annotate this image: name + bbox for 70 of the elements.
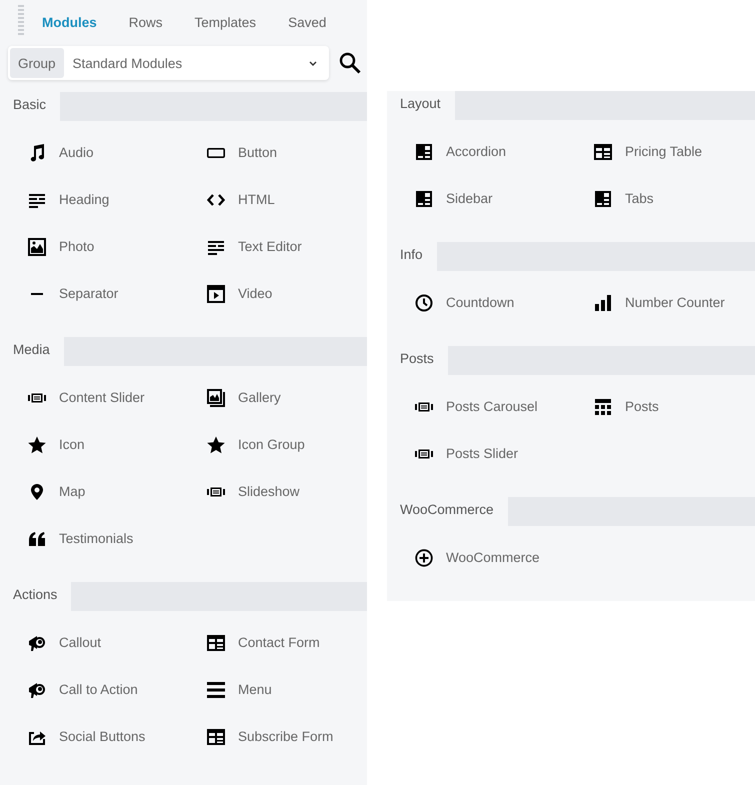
module-item[interactable]: Separator	[28, 270, 207, 317]
star-icon	[207, 436, 225, 454]
group-select[interactable]: Group Standard Modules	[8, 46, 329, 80]
module-item[interactable]: Pricing Table	[594, 128, 755, 175]
module-item[interactable]: Number Counter	[594, 279, 755, 326]
module-item[interactable]: Video	[207, 270, 386, 317]
section-title: Posts	[387, 346, 448, 375]
table-icon	[207, 728, 225, 746]
module-item[interactable]: Icon Group	[207, 421, 386, 468]
tab[interactable]: Templates	[184, 14, 266, 30]
plus-circle-icon	[415, 548, 433, 566]
module-item[interactable]: Subscribe Form	[207, 713, 386, 760]
caret-icon	[309, 60, 317, 66]
image-icon	[28, 238, 46, 256]
minus-icon	[31, 292, 43, 294]
layout-icon	[415, 142, 433, 160]
module-item[interactable]: Slideshow	[207, 468, 386, 515]
module-item[interactable]: Sidebar	[415, 175, 594, 222]
module-item[interactable]: Content Slider	[28, 374, 207, 421]
module-item[interactable]: Button	[207, 129, 386, 176]
module-item[interactable]: Countdown	[415, 279, 594, 326]
megaphone-icon	[28, 634, 46, 652]
section-title: Media	[0, 337, 64, 366]
section-title: Layout	[387, 91, 455, 120]
search-icon[interactable]	[339, 52, 361, 74]
images-icon	[207, 388, 225, 406]
megaphone-icon	[28, 680, 46, 698]
section-title: Basic	[0, 92, 60, 121]
module-item[interactable]: Icon	[28, 421, 207, 468]
module-item[interactable]: Tabs	[594, 175, 755, 222]
map-pin-icon	[28, 482, 46, 500]
module-item[interactable]: Text Editor	[207, 223, 386, 270]
drag-handle[interactable]	[18, 5, 24, 35]
quote-icon	[28, 530, 46, 548]
section-title: Info	[387, 242, 437, 271]
module-item[interactable]: Accordion	[415, 128, 594, 175]
section-title: Actions	[0, 582, 72, 611]
module-item[interactable]: Gallery	[207, 374, 386, 421]
module-item[interactable]: Menu	[207, 666, 386, 713]
layout-icon	[415, 190, 433, 208]
bar-chart-icon	[594, 294, 612, 312]
group-label: Group	[10, 48, 64, 78]
star-icon	[28, 436, 46, 454]
module-item[interactable]: Posts Carousel	[415, 383, 594, 430]
module-item[interactable]: Photo	[28, 223, 207, 270]
module-item[interactable]: Social Buttons	[28, 713, 207, 760]
layout-icon	[594, 190, 612, 208]
section-title: WooCommerce	[387, 497, 508, 526]
module-item[interactable]: Call to Action	[28, 666, 207, 713]
module-item[interactable]: HTML	[207, 176, 386, 223]
table-icon	[207, 634, 225, 652]
module-item[interactable]: Map	[28, 468, 207, 515]
module-item[interactable]: Callout	[28, 619, 207, 666]
select-value: Standard Modules	[72, 56, 184, 70]
module-item[interactable]: Posts Slider	[415, 430, 594, 477]
clock-icon	[415, 294, 433, 312]
module-item[interactable]: Audio	[28, 129, 207, 176]
menu-icon	[207, 680, 225, 698]
module-item[interactable]: Posts	[594, 383, 755, 430]
module-item[interactable]: Contact Form	[207, 619, 386, 666]
module-item[interactable]: WooCommerce	[415, 534, 594, 581]
film-icon	[207, 284, 225, 302]
table-icon	[594, 142, 612, 160]
tab[interactable]: Saved	[278, 14, 336, 30]
grid-icon	[594, 398, 612, 416]
tab[interactable]: Modules	[32, 14, 107, 30]
module-item[interactable]: Testimonials	[28, 515, 207, 562]
music-icon	[28, 144, 46, 162]
tab[interactable]: Rows	[118, 14, 173, 30]
module-item[interactable]: Heading	[28, 176, 207, 223]
